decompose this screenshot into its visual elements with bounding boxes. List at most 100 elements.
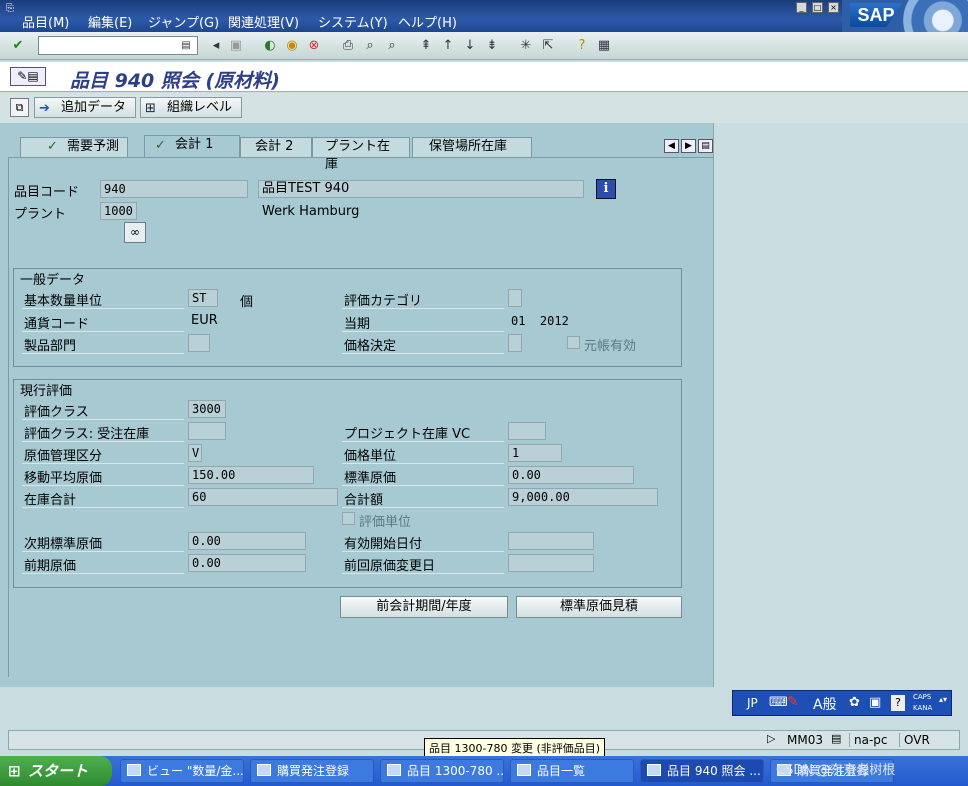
ime-options-icon[interactable]: ▴▾ (939, 695, 947, 704)
start-button[interactable]: ⊞ スタート (0, 756, 112, 786)
previous-period-button[interactable]: 前会計期間/年度 (340, 596, 508, 618)
exit-icon[interactable]: ◉ (284, 38, 300, 54)
price-determination-field[interactable] (508, 334, 522, 352)
convert-icon[interactable]: ✿ (849, 695, 860, 710)
taskbar-item-label: 品目一覧 (537, 764, 586, 778)
start-label: スタート (28, 762, 89, 780)
price-determination-label: 価格決定 (344, 339, 397, 354)
maximize-icon[interactable]: □ (812, 2, 823, 13)
system-menu-icon[interactable]: ⎘ (6, 3, 14, 14)
taskbar-item[interactable]: 品目 1300-780 ... (380, 759, 504, 783)
valid-from-field[interactable] (508, 532, 594, 550)
plant-label: プラント (14, 207, 67, 222)
info-icon[interactable]: i (596, 179, 616, 199)
print-icon[interactable]: ⎙ (340, 38, 356, 54)
ime-pad-icon[interactable]: ✎ (787, 694, 799, 710)
tab-scroll-right-icon[interactable]: ▶ (681, 139, 696, 153)
menu-goto[interactable]: ジャンプ(G) (148, 12, 219, 31)
additional-data-button[interactable]: ➔ 追加データ (34, 97, 136, 118)
command-field[interactable] (38, 36, 198, 55)
window-icon (647, 764, 661, 776)
other-material-icon[interactable]: ⧉ (10, 98, 29, 117)
last-price-change-field[interactable] (508, 554, 594, 572)
future-price-field[interactable]: 0.00 (188, 532, 306, 550)
layout-menu-icon[interactable]: ▦ (596, 38, 612, 54)
glasses-icon[interactable]: ∞ (124, 222, 146, 243)
tab-accounting-2[interactable]: 会計 2 (240, 137, 312, 157)
ime-help-icon[interactable]: ? (891, 695, 905, 711)
previous-price-field[interactable]: 0.00 (188, 554, 306, 572)
taskbar-item[interactable]: 購買発注登録 (250, 759, 374, 783)
help-icon[interactable]: ? (574, 38, 590, 54)
project-stock-field[interactable] (508, 422, 546, 440)
base-unit-field[interactable]: ST (188, 289, 218, 307)
total-stock-field[interactable]: 60 (188, 488, 338, 506)
taskbar-item-active[interactable]: 品目 940 照会 ... (640, 759, 764, 783)
org-levels-button[interactable]: ⊞ 組織レベル (140, 97, 242, 118)
label-underline (22, 485, 184, 486)
input-mode[interactable]: A般 (813, 694, 837, 714)
standard-toolbar: ✔ ▤ ◂ ▣ ◐ ◉ ⊗ ⎙ ⌕ ⌕ ⇞ ↑ ↓ ⇟ ✳ ⇱ ? ▦ (0, 32, 968, 60)
tab-accounting-1[interactable]: ✓ 会計 1 (144, 135, 240, 158)
ledger-active-checkbox[interactable] (567, 336, 580, 349)
collapse-icon[interactable]: ◂ (208, 38, 224, 54)
tab-forecasting[interactable]: ✓ 需要予測 (20, 137, 129, 157)
close-icon[interactable]: × (828, 2, 839, 13)
material-field[interactable]: 940 (100, 180, 248, 198)
toolbox-icon[interactable]: ▣ (869, 695, 881, 710)
org-levels-label: 組織レベル (167, 100, 233, 115)
menu-system[interactable]: システム(Y) (318, 12, 388, 31)
hierarchy-icon: ⊞ (145, 101, 156, 116)
standard-price-field[interactable]: 0.00 (508, 466, 634, 484)
standard-cost-estimate-button[interactable]: 標準原価見積 (516, 596, 682, 618)
tab-plant-stock[interactable]: プラント在庫 (312, 137, 410, 172)
last-page-icon[interactable]: ⇟ (484, 38, 500, 54)
first-page-icon[interactable]: ⇞ (418, 38, 434, 54)
valid-from-label: 有効開始日付 (344, 537, 423, 552)
tab-scroll-left-icon[interactable]: ◀ (664, 139, 679, 153)
taskbar-item[interactable]: ビュー "数量/金... (120, 759, 244, 783)
division-label: 製品部門 (24, 339, 77, 354)
display-change-icon[interactable]: ✎▤ (10, 67, 46, 86)
menu-material[interactable]: 品目(M) (22, 12, 69, 31)
keyboard-icon[interactable]: ⌨ (769, 695, 788, 710)
find-next-icon[interactable]: ⌕ (384, 38, 400, 54)
valuation-class-field[interactable]: 3000 (188, 400, 226, 418)
label-underline (22, 353, 184, 354)
minimize-icon[interactable]: _ (796, 2, 807, 13)
menu-environment[interactable]: 関連処理(V) (228, 12, 299, 31)
cancel-icon[interactable]: ⊗ (306, 38, 322, 54)
tab-storage-location-stock[interactable]: 保管場所在庫 (412, 137, 532, 157)
find-icon[interactable]: ⌕ (362, 38, 378, 54)
enter-icon[interactable]: ✔ (10, 38, 26, 54)
valuation-category-field[interactable] (508, 289, 522, 307)
price-unit-field[interactable]: 1 (508, 444, 562, 462)
save-icon[interactable]: ▣ (228, 38, 244, 54)
status-expand-icon[interactable]: ▷ (767, 732, 775, 745)
next-page-icon[interactable]: ↓ (462, 38, 478, 54)
valuated-unit-checkbox[interactable] (342, 512, 355, 525)
plant-field[interactable]: 1000 (100, 202, 137, 220)
ime-language[interactable]: JP (747, 696, 758, 710)
label-underline (342, 308, 504, 309)
division-field[interactable] (188, 334, 210, 352)
menu-edit[interactable]: 編集(E) (88, 12, 132, 31)
label-underline (22, 463, 184, 464)
price-control-field[interactable]: V (188, 444, 202, 462)
valuation-class-so-field[interactable] (188, 422, 226, 440)
back-icon[interactable]: ◐ (262, 38, 278, 54)
taskbar-item[interactable]: 品目一覧 (510, 759, 634, 783)
command-history-icon[interactable]: ▤ (178, 38, 194, 54)
menu-help[interactable]: ヘルプ(H) (398, 12, 457, 31)
label-underline (22, 507, 184, 508)
price-unit-label: 価格単位 (344, 449, 397, 464)
material-description-field[interactable]: 品目TEST 940 (258, 180, 584, 198)
moving-price-field[interactable]: 150.00 (188, 466, 314, 484)
shortcut-icon[interactable]: ⇱ (540, 38, 556, 54)
tab-list-icon[interactable]: ▤ (698, 139, 713, 153)
session-list-icon[interactable]: ▤ (831, 732, 841, 745)
create-session-icon[interactable]: ✳ (518, 38, 534, 54)
total-value-field[interactable]: 9,000.00 (508, 488, 658, 506)
application-toolbar: ⧉ ➔ 追加データ ⊞ 組織レベル (0, 93, 968, 123)
previous-page-icon[interactable]: ↑ (440, 38, 456, 54)
